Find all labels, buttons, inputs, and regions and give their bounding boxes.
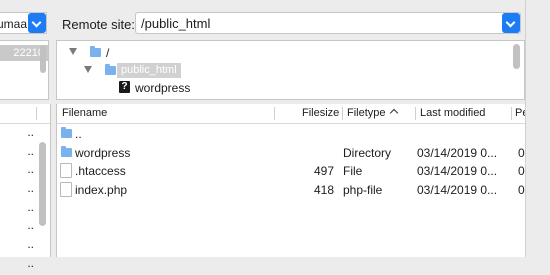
sort-ascending-icon bbox=[389, 108, 399, 118]
local-list-item[interactable]: .. bbox=[0, 256, 36, 275]
tree-item-wordpress[interactable]: ? wordpress bbox=[57, 79, 357, 95]
folder-icon bbox=[61, 145, 72, 157]
local-list-item[interactable]: .. bbox=[0, 237, 36, 256]
local-list-item[interactable]: .. bbox=[0, 144, 36, 163]
remote-site-path[interactable]: /public_html bbox=[141, 16, 210, 31]
remote-site-combo[interactable]: /public_html bbox=[135, 12, 521, 34]
table-row[interactable]: .htaccess 497 File 03/14/2019 0... 06 bbox=[57, 162, 531, 181]
tree-item-root[interactable]: / bbox=[57, 44, 357, 60]
column-separator[interactable] bbox=[274, 107, 275, 120]
file-type: Directory bbox=[343, 145, 392, 160]
expand-triangle-icon[interactable] bbox=[84, 66, 92, 73]
local-file-list-header bbox=[0, 104, 50, 124]
local-list-scrollbar[interactable] bbox=[39, 142, 46, 226]
table-row[interactable]: index.php 418 php-file 03/14/2019 0... 0… bbox=[57, 181, 531, 200]
remote-directory-tree: / public_html ? wordpress bbox=[56, 40, 525, 100]
local-file-list: .. .. .. .. .. .. .. .. bbox=[0, 104, 51, 270]
tree-scrollbar[interactable] bbox=[513, 44, 520, 69]
file-type: php-file bbox=[343, 183, 383, 198]
column-separator[interactable] bbox=[511, 107, 512, 120]
file-size: 418 bbox=[313, 183, 334, 198]
column-separator[interactable] bbox=[342, 107, 343, 120]
tree-item-public-html[interactable]: public_html bbox=[57, 62, 357, 78]
unknown-question-icon: ? bbox=[119, 81, 130, 93]
file-type: File bbox=[343, 164, 363, 179]
local-tree-scrollbar[interactable] bbox=[40, 45, 46, 73]
file-name: index.php bbox=[75, 183, 128, 198]
file-modified: 03/14/2019 0... bbox=[417, 183, 498, 198]
window-right-edge bbox=[525, 0, 550, 257]
remote-file-list: Filename Filesize Filetype Last modified… bbox=[56, 104, 531, 257]
local-tree: 22210 bbox=[0, 40, 49, 100]
column-header-last-modified[interactable]: Last modified bbox=[420, 107, 485, 119]
local-site-dropdown-button[interactable] bbox=[28, 13, 46, 33]
folder-icon bbox=[90, 46, 101, 57]
column-header-filename[interactable]: Filename bbox=[62, 107, 107, 119]
local-list-item[interactable]: .. bbox=[0, 200, 36, 219]
file-size: 497 bbox=[313, 164, 334, 179]
expand-triangle-icon[interactable] bbox=[69, 48, 77, 55]
remote-site-label: Remote site: bbox=[62, 17, 135, 32]
file-name: wordpress bbox=[75, 145, 131, 160]
file-modified: 03/14/2019 0... bbox=[417, 145, 498, 160]
tree-item-label: wordpress bbox=[135, 81, 191, 95]
table-row[interactable]: .. bbox=[57, 125, 526, 144]
file-icon bbox=[60, 163, 72, 179]
column-header-filesize[interactable]: Filesize bbox=[302, 107, 339, 119]
local-site-value: umaa bbox=[0, 17, 27, 31]
table-row[interactable]: wordpress Directory 03/14/2019 0... 07 bbox=[57, 144, 531, 163]
local-list-item[interactable]: .. bbox=[0, 162, 36, 181]
file-list-header: Filename Filesize Filetype Last modified… bbox=[57, 104, 528, 124]
column-separator[interactable] bbox=[415, 107, 416, 120]
folder-icon bbox=[105, 64, 116, 75]
file-name: .htaccess bbox=[75, 164, 126, 179]
file-modified: 03/14/2019 0... bbox=[417, 164, 498, 179]
remote-site-dropdown-button[interactable] bbox=[502, 13, 520, 33]
column-header-filetype[interactable]: Filetype bbox=[347, 107, 386, 119]
local-list-item[interactable]: .. bbox=[0, 125, 36, 144]
folder-icon bbox=[61, 127, 72, 138]
tree-item-label-selected: public_html bbox=[117, 63, 181, 78]
local-list-item[interactable]: .. bbox=[0, 218, 36, 237]
local-site-combo[interactable]: umaa bbox=[0, 12, 47, 34]
file-icon bbox=[60, 182, 72, 198]
tree-item-label: / bbox=[106, 46, 110, 60]
file-name: .. bbox=[75, 127, 82, 141]
local-list-item[interactable]: .. bbox=[0, 181, 36, 200]
